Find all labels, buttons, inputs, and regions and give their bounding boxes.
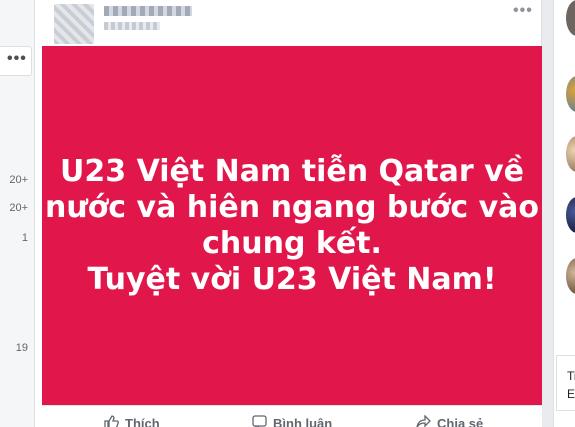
left-rail: ••• 20+ 20+ 1 19 bbox=[0, 0, 34, 427]
right-rail-box-text: E bbox=[567, 387, 575, 401]
banner-line: nước và hiên ngang bước vào bbox=[44, 189, 540, 225]
friend-avatar[interactable] bbox=[566, 258, 575, 294]
share-button[interactable]: Chia sẻ bbox=[416, 414, 484, 427]
banner-line: Tuyệt vời U23 Việt Nam! bbox=[87, 261, 497, 297]
comment-icon bbox=[252, 415, 267, 427]
like-label: Thích bbox=[125, 416, 160, 427]
post-actions-bar: Thích Bình luận Chia sẻ bbox=[42, 405, 542, 427]
right-rail-box-text: Ti bbox=[567, 369, 575, 383]
more-options-icon[interactable]: ••• bbox=[7, 51, 27, 67]
comment-label: Bình luận bbox=[273, 416, 333, 427]
post-meta-blurred bbox=[104, 22, 160, 30]
right-rail-box[interactable]: Ti E bbox=[556, 355, 575, 411]
banner-line: U23 Việt Nam tiễn Qatar về bbox=[60, 153, 524, 189]
avatar[interactable] bbox=[54, 4, 94, 44]
friend-avatar[interactable] bbox=[566, 197, 575, 233]
friend-avatar[interactable] bbox=[566, 76, 575, 112]
friend-avatar[interactable] bbox=[566, 136, 575, 172]
like-button[interactable]: Thích bbox=[104, 415, 160, 427]
post-text-banner: U23 Việt Nam tiễn Qatar về nước và hiên … bbox=[42, 46, 542, 405]
post-author-name-blurred[interactable] bbox=[104, 6, 192, 16]
post-options-icon[interactable]: ••• bbox=[513, 2, 533, 20]
comment-button[interactable]: Bình luận bbox=[252, 415, 332, 427]
banner-line: chung kết. bbox=[202, 225, 382, 261]
notification-count: 20+ bbox=[9, 174, 28, 186]
notification-count: 19 bbox=[15, 342, 28, 354]
thumbs-up-icon bbox=[104, 415, 119, 427]
share-icon bbox=[416, 414, 431, 427]
notification-count: 1 bbox=[21, 232, 28, 244]
share-label: Chia sẻ bbox=[437, 416, 484, 427]
notification-count: 20+ bbox=[9, 202, 28, 214]
friend-avatar[interactable] bbox=[566, 0, 575, 36]
